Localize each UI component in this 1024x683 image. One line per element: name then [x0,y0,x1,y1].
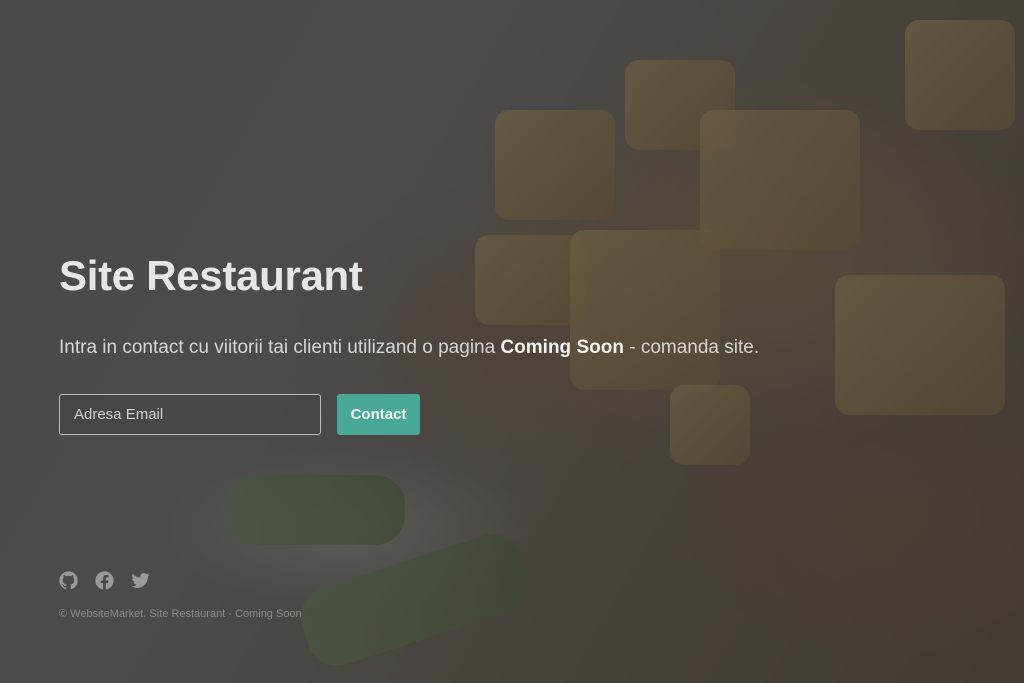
hero-section: Site Restaurant Intra in contact cu viit… [59,0,959,683]
contact-button[interactable]: Contact [337,394,420,435]
facebook-icon[interactable] [95,571,114,590]
social-links [59,571,150,590]
hero-subtitle: Intra in contact cu viitorii tai clienti… [59,337,759,359]
github-icon[interactable] [59,571,78,590]
subtitle-text-end: - comanda site. [623,337,760,358]
footer-copyright: © WebsiteMarket. Site Restaurant - Comin… [59,608,302,620]
subtitle-highlight: Coming Soon [500,337,624,358]
twitter-icon[interactable] [131,571,150,590]
email-input[interactable] [59,394,321,435]
contact-form: Contact [59,394,420,435]
page-title: Site Restaurant [59,252,363,299]
subtitle-text: Intra in contact cu viitorii tai clienti… [59,337,501,358]
